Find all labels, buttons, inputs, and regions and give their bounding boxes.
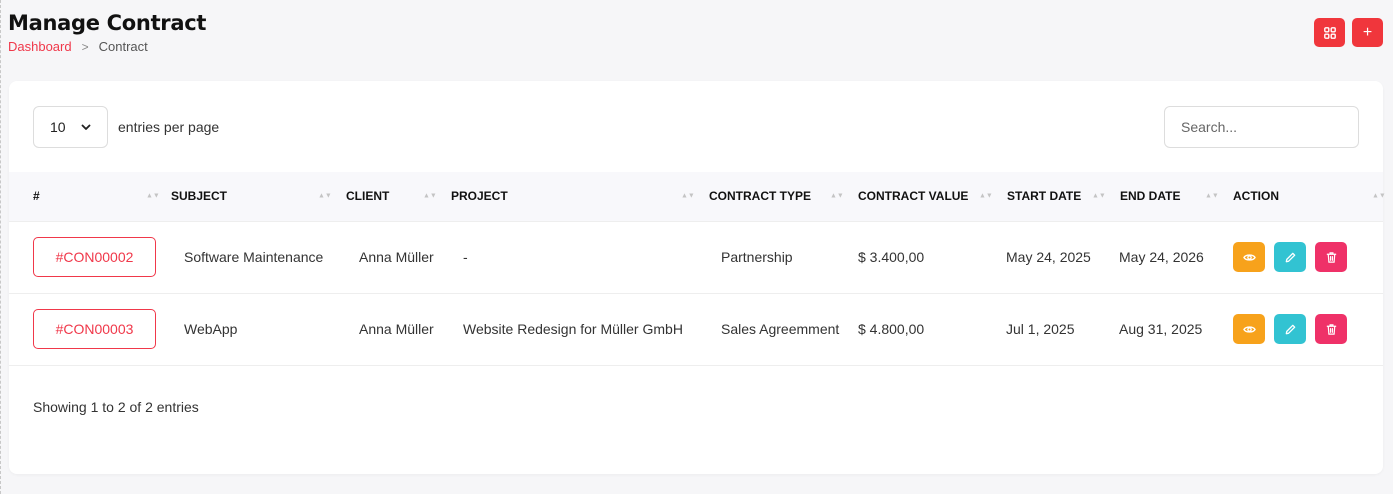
entries-value: 10 — [50, 119, 66, 135]
cell-client: Anna Müller — [359, 321, 434, 337]
table-row: #CON00002 Software Maintenance Anna Müll… — [9, 221, 1383, 293]
entries-label: entries per page — [118, 119, 220, 135]
pencil-icon — [1285, 324, 1295, 334]
row-actions — [1233, 242, 1383, 272]
column-header-action[interactable]: ACTION ▲▼ — [1220, 172, 1386, 221]
trash-icon — [1326, 251, 1336, 263]
edit-button[interactable] — [1274, 242, 1306, 272]
pencil-icon — [1285, 252, 1295, 262]
column-header-start-date[interactable]: START DATE ▲▼ — [994, 172, 1107, 221]
breadcrumb-current: Contract — [98, 39, 148, 54]
column-header-subject[interactable]: SUBJECT ▲▼ — [159, 172, 333, 221]
delete-button[interactable] — [1315, 242, 1347, 272]
cell-start-date: May 24, 2025 — [1006, 249, 1091, 265]
page-title: Manage Contract — [8, 11, 207, 35]
sort-icon: ▲▼ — [423, 192, 437, 200]
breadcrumb-dashboard-link[interactable]: Dashboard — [8, 39, 72, 54]
sort-icon: ▲▼ — [318, 192, 332, 200]
edit-button[interactable] — [1274, 314, 1306, 344]
chevron-right-icon: > — [81, 39, 89, 54]
eye-icon — [1242, 253, 1256, 261]
plus-icon: + — [1362, 23, 1373, 41]
cell-client: Anna Müller — [359, 249, 434, 265]
row-actions — [1233, 314, 1383, 344]
table-header-row: # ▲▼ SUBJECT ▲▼ CLIENT ▲▼ PROJECT ▲▼ CON… — [9, 172, 1386, 221]
sort-icon: ▲▼ — [1092, 192, 1106, 200]
column-header-project[interactable]: PROJECT ▲▼ — [438, 172, 696, 221]
sort-icon: ▲▼ — [146, 192, 160, 200]
contracts-card: 10 entries per page # ▲▼ SUBJECT ▲▼ — [9, 81, 1386, 474]
delete-button[interactable] — [1315, 314, 1347, 344]
column-header-contract-type[interactable]: CONTRACT TYPE ▲▼ — [696, 172, 845, 221]
contracts-table: # ▲▼ SUBJECT ▲▼ CLIENT ▲▼ PROJECT ▲▼ CON… — [9, 172, 1386, 366]
view-button[interactable] — [1233, 314, 1265, 344]
column-header-number[interactable]: # ▲▼ — [9, 172, 160, 221]
cell-end-date: Aug 31, 2025 — [1119, 321, 1203, 337]
cell-end-date: May 24, 2026 — [1119, 249, 1204, 265]
page-header: Manage Contract Dashboard > Contract + — [8, 10, 1383, 60]
cell-contract-type: Partnership — [721, 249, 793, 265]
column-header-client[interactable]: CLIENT ▲▼ — [333, 172, 438, 221]
eye-icon — [1242, 325, 1256, 333]
header-actions: + — [1314, 18, 1383, 47]
table-row: #CON00003 WebApp Anna Müller Website Red… — [9, 293, 1383, 365]
cell-project: - — [463, 249, 468, 265]
column-header-end-date[interactable]: END DATE ▲▼ — [1107, 172, 1220, 221]
breadcrumb: Dashboard > Contract — [8, 39, 1383, 54]
sort-icon: ▲▼ — [979, 192, 993, 200]
view-button[interactable] — [1233, 242, 1265, 272]
sort-icon: ▲▼ — [830, 192, 844, 200]
trash-icon — [1326, 323, 1336, 335]
cell-contract-type: Sales Agreemment — [721, 321, 840, 337]
sort-icon: ▲▼ — [1372, 192, 1386, 200]
chevron-down-icon — [81, 124, 90, 130]
entries-control: 10 entries per page — [33, 106, 1359, 148]
sort-icon: ▲▼ — [681, 192, 695, 200]
cell-contract-value: $ 3.400,00 — [858, 249, 925, 265]
cell-subject: WebApp — [184, 321, 238, 337]
grid-view-button[interactable] — [1314, 18, 1345, 47]
pagination-info: Showing 1 to 2 of 2 entries — [33, 399, 199, 415]
entries-per-page-select[interactable]: 10 — [33, 106, 108, 148]
cell-subject: Software Maintenance — [184, 249, 324, 265]
table-toolbar: 10 entries per page — [33, 106, 1359, 148]
cell-project: Website Redesign for Müller GmbH — [463, 321, 683, 337]
grid-icon — [1323, 26, 1336, 39]
add-contract-button[interactable]: + — [1352, 18, 1383, 47]
contract-id-link[interactable]: #CON00003 — [33, 309, 156, 349]
contract-id-link[interactable]: #CON00002 — [33, 237, 156, 277]
search-input[interactable] — [1164, 106, 1359, 148]
column-header-contract-value[interactable]: CONTRACT VALUE ▲▼ — [845, 172, 994, 221]
sort-icon: ▲▼ — [1205, 192, 1219, 200]
cell-start-date: Jul 1, 2025 — [1006, 321, 1075, 337]
cell-contract-value: $ 4.800,00 — [858, 321, 925, 337]
